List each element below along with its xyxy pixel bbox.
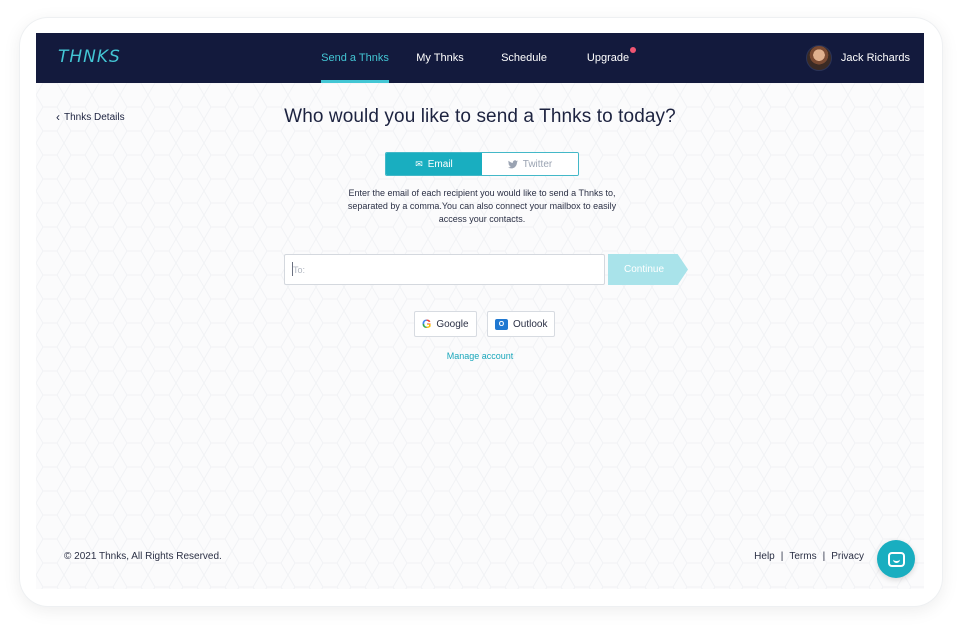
terms-link[interactable]: Terms (789, 551, 816, 562)
envelope-icon: ✉ (415, 158, 423, 169)
top-navigation-bar: THNKS Send a Thnks My Thnks Schedule Upg… (36, 33, 924, 83)
nav-schedule-label: Schedule (501, 52, 547, 64)
outlook-connect-button[interactable]: O Outlook (487, 311, 556, 337)
twitter-icon (507, 159, 518, 168)
app-window: THNKS Send a Thnks My Thnks Schedule Upg… (36, 33, 924, 589)
nav-upgrade-label: Upgrade (586, 52, 630, 64)
footer-separator: | (780, 551, 784, 562)
user-menu[interactable]: Jack Richards (805, 44, 910, 72)
footer-links: Help | Terms | Privacy (754, 551, 864, 562)
user-avatar (805, 45, 832, 71)
google-label: Google (436, 318, 469, 330)
tab-twitter[interactable]: Twitter (482, 153, 578, 175)
tab-twitter-label: Twitter (522, 158, 553, 170)
instructions-text: Enter the email of each recipient you wo… (347, 188, 617, 224)
nav-upgrade[interactable]: Upgrade (586, 33, 636, 83)
footer-separator: | (822, 551, 826, 562)
nav-my-thnks[interactable]: My Thnks (414, 33, 466, 83)
manage-account-link[interactable]: Manage account (36, 351, 924, 361)
continue-button[interactable]: Continue (608, 254, 688, 285)
channel-tabs: ✉ Email Twitter (385, 152, 579, 176)
chat-launcher-button[interactable] (877, 540, 915, 578)
tab-email-label: Email (427, 158, 453, 170)
google-icon: G (422, 317, 432, 331)
page-title: Who would you like to send a Thnks to to… (284, 106, 676, 127)
nav-send-a-thnks-label: Send a Thnks (321, 52, 389, 64)
chat-icon (887, 551, 905, 567)
nav-my-thnks-label: My Thnks (416, 52, 464, 64)
outlook-label: Outlook (513, 318, 548, 330)
nav-schedule[interactable]: Schedule (498, 33, 550, 83)
thnks-logo[interactable]: THNKS (58, 47, 121, 67)
copyright-text: © 2021 Thnks, All Rights Reserved. (64, 551, 222, 562)
nav-send-a-thnks[interactable]: Send a Thnks (321, 33, 389, 83)
text-cursor (292, 262, 293, 276)
help-link[interactable]: Help (754, 551, 775, 562)
recipient-input[interactable] (284, 254, 605, 285)
google-connect-button[interactable]: G Google (414, 311, 477, 337)
outlook-icon: O (495, 318, 508, 330)
nav-active-underline (321, 80, 389, 83)
user-name: Jack Richards (840, 52, 910, 64)
tab-email[interactable]: ✉ Email (386, 153, 482, 175)
privacy-link[interactable]: Privacy (831, 551, 864, 562)
notification-dot (630, 47, 636, 53)
